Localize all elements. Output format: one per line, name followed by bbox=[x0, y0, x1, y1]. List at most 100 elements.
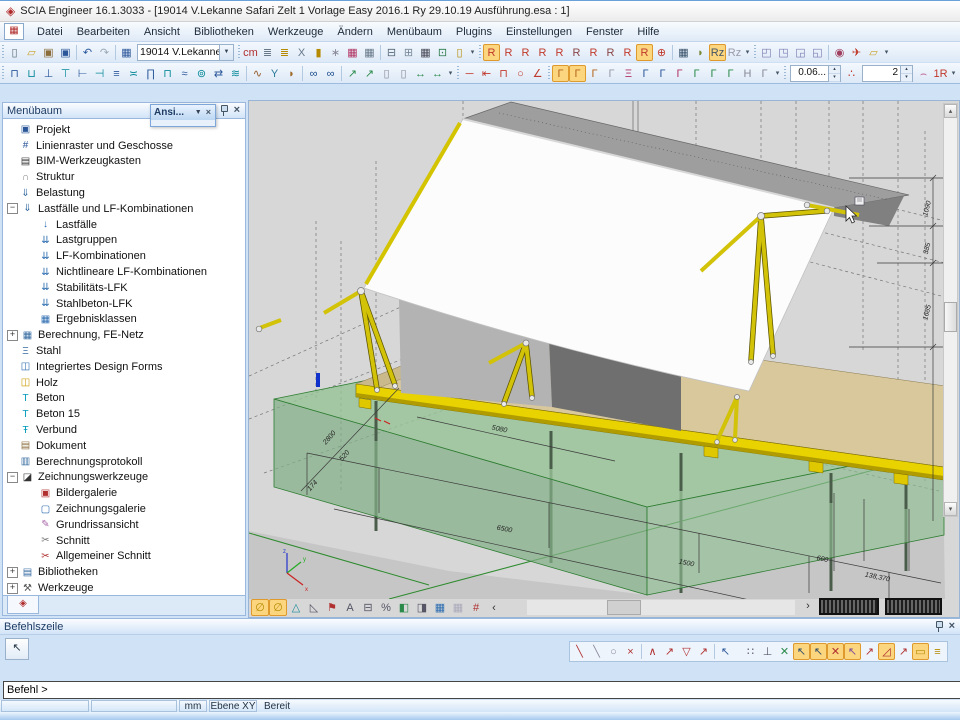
copy-up-icon[interactable]: ↗ bbox=[344, 65, 361, 82]
activity-icon[interactable]: Χ bbox=[293, 44, 310, 61]
tree-item-bibliotheken[interactable]: +▤Bibliotheken bbox=[3, 564, 245, 580]
toolbar-handle[interactable] bbox=[548, 66, 550, 81]
tree-item-lf-kombinationen[interactable]: ⇊LF-Kombinationen bbox=[3, 248, 245, 264]
draw-polyline-icon[interactable]: ⊓ bbox=[495, 65, 512, 82]
tree-item-stahlbeton-lfk[interactable]: ⇊Stahlbeton-LFK bbox=[3, 296, 245, 312]
clip-1-icon[interactable]: ∅ bbox=[251, 599, 269, 616]
toolbar-handle[interactable] bbox=[754, 45, 756, 60]
redo-icon[interactable]: ↷ bbox=[96, 44, 113, 61]
spinner-up-icon[interactable]: ▴ bbox=[829, 66, 840, 74]
render-icon[interactable]: ◗ bbox=[692, 44, 709, 61]
storey-filter-2-icon[interactable]: Γ bbox=[569, 65, 586, 82]
collapse-icon[interactable]: − bbox=[7, 203, 18, 214]
overflow-chevron-icon[interactable]: ▾ bbox=[773, 65, 782, 82]
storey-filter-5-icon[interactable]: Ξ bbox=[620, 65, 637, 82]
expand-icon[interactable]: + bbox=[7, 330, 18, 341]
storey-filter-10-icon[interactable]: Γ bbox=[705, 65, 722, 82]
axes-display-icon[interactable]: △ bbox=[287, 599, 305, 616]
flag-icon[interactable]: ⚑ bbox=[323, 599, 341, 616]
snap-endpoint-icon[interactable]: ↖ bbox=[793, 643, 810, 660]
animation-bar-1[interactable] bbox=[819, 598, 879, 615]
storey-filter-9-icon[interactable]: Γ bbox=[688, 65, 705, 82]
snap-line-2-icon[interactable]: ╲ bbox=[588, 643, 605, 660]
snap-intersection-icon[interactable]: ✕ bbox=[827, 643, 844, 660]
mirror-2-icon[interactable]: ↔ bbox=[429, 65, 446, 82]
toolbar-handle[interactable] bbox=[2, 66, 4, 81]
paste-2-icon[interactable]: ▯ bbox=[395, 65, 412, 82]
folder-export-icon[interactable]: ▱ bbox=[865, 44, 882, 61]
table-chart-icon[interactable]: ▦ bbox=[344, 44, 361, 61]
scroll-up-icon[interactable]: ▴ bbox=[944, 104, 957, 118]
pin-icon[interactable] bbox=[934, 621, 943, 632]
print-icon[interactable]: ⊟ bbox=[383, 44, 400, 61]
image-table-gray-icon[interactable]: ▦ bbox=[449, 599, 467, 616]
storey-filter-4-icon[interactable]: Γ bbox=[603, 65, 620, 82]
snap-ruler-icon[interactable]: ▭ bbox=[912, 643, 929, 660]
expand-icon[interactable]: + bbox=[7, 583, 18, 594]
storey-filter-3-icon[interactable]: Γ bbox=[586, 65, 603, 82]
target-icon[interactable]: ⊕ bbox=[653, 44, 670, 61]
vertical-scroll-thumb[interactable] bbox=[944, 302, 957, 332]
section-view-icon[interactable]: ◨ bbox=[413, 599, 431, 616]
menu-item-bibliotheken[interactable]: Bibliotheken bbox=[187, 24, 261, 40]
profile-14-icon[interactable]: ≋ bbox=[227, 65, 244, 82]
window-icon[interactable]: ▦ bbox=[118, 44, 135, 61]
tree-item-grundrissansicht[interactable]: ✎Grundrissansicht bbox=[3, 517, 245, 533]
grid-view-icon[interactable]: # bbox=[467, 599, 485, 616]
snap-node-icon[interactable]: ∴ bbox=[843, 65, 860, 82]
profile-8-icon[interactable]: ≍ bbox=[125, 65, 142, 82]
overflow-chevron-icon[interactable]: ▾ bbox=[743, 44, 752, 61]
visibility-2-icon[interactable]: ∞ bbox=[322, 65, 339, 82]
close-icon[interactable]: × bbox=[205, 107, 212, 118]
corner-br-icon[interactable]: ◲ bbox=[792, 44, 809, 61]
snap-line-1-icon[interactable]: ╲ bbox=[571, 643, 588, 660]
tree-item-allgemeiner-schnitt[interactable]: ✂Allgemeiner Schnitt bbox=[3, 549, 245, 565]
menu-item-datei[interactable]: Datei bbox=[30, 24, 70, 40]
member-active-icon[interactable]: R bbox=[636, 44, 653, 61]
eye-icon[interactable]: ◉ bbox=[831, 44, 848, 61]
spinner-down-icon[interactable]: ▾ bbox=[829, 74, 840, 82]
pin-icon[interactable] bbox=[219, 105, 228, 116]
new-icon[interactable]: ▯ bbox=[6, 44, 23, 61]
snap-direction-icon[interactable]: ↗ bbox=[695, 643, 712, 660]
calculator-icon[interactable]: ▦ bbox=[417, 44, 434, 61]
tree-item-berechnung-fe-netz[interactable]: +▦Berechnung, FE-Netz bbox=[3, 327, 245, 343]
arc-icon[interactable]: ⌢ bbox=[915, 65, 932, 82]
labels-icon[interactable]: A bbox=[341, 599, 359, 616]
tree-item-lastgruppen[interactable]: ⇊Lastgruppen bbox=[3, 233, 245, 249]
combo-arrow-icon[interactable]: ▼ bbox=[219, 45, 233, 60]
node-icon[interactable]: ∿ bbox=[249, 65, 266, 82]
model-viewport[interactable]: 1090 385 1685 5080 2800 520 174 6500 150… bbox=[248, 100, 960, 618]
sidebar-tab-icon[interactable]: ◈ bbox=[7, 596, 39, 614]
member-bend-icon[interactable]: R bbox=[585, 44, 602, 61]
spinner-down-icon[interactable]: ▾ bbox=[901, 74, 912, 82]
overflow-chevron-icon[interactable]: ▾ bbox=[446, 65, 455, 82]
draw-angle-icon[interactable]: ∠ bbox=[529, 65, 546, 82]
units-icon[interactable]: cm bbox=[242, 44, 259, 61]
menu-item-werkzeuge[interactable]: Werkzeuge bbox=[261, 24, 330, 40]
percent-icon[interactable]: % bbox=[377, 599, 395, 616]
member-equal-icon[interactable]: R bbox=[517, 44, 534, 61]
layer-edit-icon[interactable]: ≣ bbox=[276, 44, 293, 61]
document-icon[interactable]: ▯ bbox=[451, 44, 468, 61]
expand-icon[interactable]: + bbox=[7, 567, 18, 578]
image-table-icon[interactable]: ▦ bbox=[431, 599, 449, 616]
tree-item-bildergalerie[interactable]: ▣Bildergalerie bbox=[3, 485, 245, 501]
menu-item-fenster[interactable]: Fenster bbox=[579, 24, 630, 40]
cursor-tool-button[interactable]: ↖ bbox=[5, 638, 29, 660]
draw-endpoint-icon[interactable]: ⇤ bbox=[478, 65, 495, 82]
vertical-scrollbar[interactable]: ▴ ▾ bbox=[943, 103, 958, 517]
print-view-icon[interactable]: ⊟ bbox=[359, 599, 377, 616]
overflow-chevron-icon[interactable]: ▾ bbox=[468, 44, 477, 61]
save-all-icon[interactable]: ▣ bbox=[40, 44, 57, 61]
animation-bar-2[interactable] bbox=[885, 598, 942, 615]
tree-item-linienraster-und-geschosse[interactable]: #Linienraster und Geschosse bbox=[3, 138, 245, 154]
battery-icon[interactable]: ▮ bbox=[310, 44, 327, 61]
tree-item-lastf-lle-und-lf-kombinationen[interactable]: −⇓Lastfälle und LF-Kombinationen bbox=[3, 201, 245, 217]
storey-filter-13-icon[interactable]: Γ bbox=[756, 65, 773, 82]
copy-multi-icon[interactable]: ↗ bbox=[361, 65, 378, 82]
tree-item-stabilit-ts-lfk[interactable]: ⇊Stabilitäts-LFK bbox=[3, 280, 245, 296]
toolbar-handle[interactable] bbox=[2, 45, 4, 60]
mirror-1-icon[interactable]: ↔ bbox=[412, 65, 429, 82]
snap-size-spinner[interactable]: 0.06...▴▾ bbox=[790, 65, 841, 82]
